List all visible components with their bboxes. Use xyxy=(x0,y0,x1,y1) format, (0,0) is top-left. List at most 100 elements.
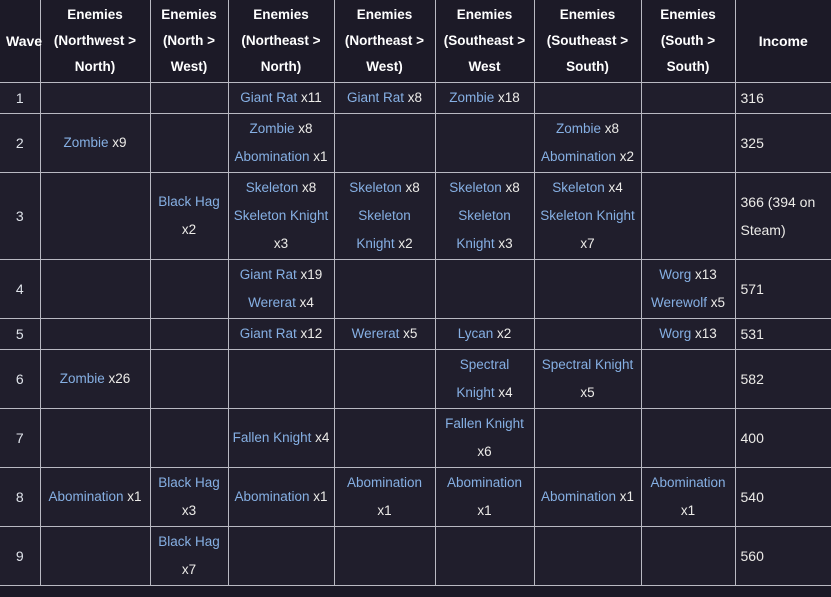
enemy-cell-n-w: Black Hag x7 xyxy=(149,526,229,586)
enemy-name-link[interactable]: Wererat xyxy=(248,295,296,310)
enemy-cell-ne-w: Abomination x1 xyxy=(333,467,436,527)
enemy-name-link[interactable]: Spectral Knight xyxy=(542,357,634,372)
enemy-cell-ne-w xyxy=(333,113,436,173)
enemy-count: x4 xyxy=(608,180,623,195)
enemy-name-link[interactable]: Black Hag xyxy=(158,194,220,209)
enemy-name-link[interactable]: Worg xyxy=(659,267,691,282)
enemy-name-link[interactable]: Black Hag xyxy=(158,475,220,490)
table-row: 5 Giant Rat x12 Wererat x5 Lycan x2 Worg x13… xyxy=(0,318,831,350)
enemy-name-link[interactable]: Giant Rat xyxy=(240,267,297,282)
enemy-cell-se-s xyxy=(533,408,642,468)
enemy-name-link[interactable]: Werewolf xyxy=(651,295,707,310)
enemy-cell-se-w xyxy=(434,259,535,319)
enemy-name-link[interactable]: Lycan xyxy=(458,326,494,341)
enemy-name-link[interactable]: Wererat xyxy=(352,326,400,341)
enemy-cell-ne-w xyxy=(333,526,436,586)
enemy-name-link[interactable]: Abomination xyxy=(234,149,309,164)
enemy-cell-n-w xyxy=(149,82,229,114)
enemy-entry: Skeleton Knight x2 xyxy=(339,202,431,258)
enemy-count: x18 xyxy=(498,90,520,105)
enemy-count: x8 xyxy=(604,121,620,136)
enemy-cell-se-s: Zombie x8 Abomination x2 xyxy=(533,113,642,173)
enemy-name-link[interactable]: Skeleton Knight xyxy=(540,208,635,223)
enemy-name-link[interactable]: Abomination xyxy=(541,149,616,164)
enemy-count: x5 xyxy=(710,295,726,310)
enemy-cell-se-s xyxy=(533,318,642,350)
enemy-name-link[interactable]: Skeleton xyxy=(449,180,502,195)
enemy-entry: Zombie x26 xyxy=(45,365,146,393)
enemy-name-link[interactable]: Zombie xyxy=(449,90,494,105)
table-row: 2 Zombie x9 Zombie x8 Abomination x1 Zombie … xyxy=(0,113,831,173)
enemy-name-link[interactable]: Skeleton xyxy=(246,180,299,195)
enemy-cell-ne-w: Wererat x5 xyxy=(333,318,436,350)
enemy-count: x6 xyxy=(477,444,492,459)
enemy-entry: Spectral Knight x5 xyxy=(539,351,637,407)
enemy-entry: Skeleton x8 xyxy=(233,174,330,202)
enemy-entry: Worg x13 xyxy=(646,320,731,348)
enemy-cell-se-w: Fallen Knight x6 xyxy=(434,408,535,468)
enemy-cell-se-w xyxy=(434,526,535,586)
enemy-name-link[interactable]: Zombie xyxy=(556,121,601,136)
enemy-count: x7 xyxy=(580,236,595,251)
income-cell: 571 xyxy=(734,259,831,319)
enemy-cell-se-s xyxy=(533,526,642,586)
enemy-entry: Skeleton x8 xyxy=(440,174,530,202)
enemy-cell-nw-n xyxy=(39,172,151,260)
enemy-count: x1 xyxy=(313,149,328,164)
enemy-name-link[interactable]: Fallen Knight xyxy=(445,416,524,431)
enemy-entry: Abomination x2 xyxy=(539,143,637,171)
enemy-name-link[interactable]: Abomination xyxy=(234,489,309,504)
enemy-entry: Abomination x1 xyxy=(233,483,330,511)
enemy-name-link[interactable]: Giant Rat xyxy=(240,326,297,341)
enemy-entry: Zombie x18 xyxy=(440,84,530,112)
enemy-name-link[interactable]: Giant Rat xyxy=(347,90,404,105)
income-cell: 531 xyxy=(734,318,831,350)
enemy-name-link[interactable]: Giant Rat xyxy=(240,90,297,105)
enemy-cell-ne-w: Skeleton x8 Skeleton Knight x2 xyxy=(333,172,436,260)
enemy-cell-nw-n: Zombie x9 xyxy=(39,113,151,173)
table-row: 6 Zombie x26 Spectral Knight x4 Spectral Kn… xyxy=(0,349,831,409)
enemy-cell-ne-n xyxy=(227,526,335,586)
enemy-cell-nw-n xyxy=(39,526,151,586)
enemy-cell-se-w: Skeleton x8 Skeleton Knight x3 xyxy=(434,172,535,260)
enemy-name-link[interactable]: Zombie xyxy=(60,371,105,386)
enemy-cell-nw-n xyxy=(39,318,151,350)
wave-number-cell: 7 xyxy=(0,408,41,468)
table-row: 4 Giant Rat x19 Wererat x4 Worg x13 Werewolf… xyxy=(0,259,831,319)
enemy-entry: Black Hag x2 xyxy=(155,188,224,244)
enemy-entry: Zombie x9 xyxy=(45,129,146,157)
enemy-count: x3 xyxy=(181,503,197,518)
enemy-cell-s-s: Worg x13 xyxy=(640,318,736,350)
enemy-name-link[interactable]: Zombie xyxy=(249,121,294,136)
enemy-name-link[interactable]: Abomination xyxy=(650,475,725,490)
enemy-entry: Worg x13 xyxy=(646,261,731,289)
enemy-name-link[interactable]: Worg xyxy=(659,326,691,341)
enemy-name-link[interactable]: Skeleton Knight xyxy=(234,208,329,223)
enemy-count: x7 xyxy=(181,562,197,577)
enemy-entry: Fallen Knight x4 xyxy=(233,424,330,452)
enemy-name-link[interactable]: Skeleton xyxy=(349,180,402,195)
enemy-count: x26 xyxy=(108,371,131,386)
enemy-count: x1 xyxy=(313,489,328,504)
enemy-count: x8 xyxy=(302,180,317,195)
enemy-cell-s-s xyxy=(640,349,736,409)
enemy-cell-ne-w xyxy=(333,259,436,319)
enemy-name-link[interactable]: Black Hag xyxy=(158,534,220,549)
enemy-name-link[interactable]: Abomination xyxy=(347,475,422,490)
enemy-cell-ne-n: Skeleton x8 Skeleton Knight x3 xyxy=(227,172,335,260)
enemy-entry: Fallen Knight x6 xyxy=(440,410,530,466)
enemy-name-link[interactable]: Fallen Knight xyxy=(233,430,312,445)
table-row: 3 Black Hag x2 Skeleton x8 Skeleton Knight … xyxy=(0,172,831,260)
enemy-cell-nw-n: Zombie x26 xyxy=(39,349,151,409)
enemy-name-link[interactable]: Skeleton xyxy=(552,180,605,195)
enemy-count: x1 xyxy=(477,503,492,518)
enemy-entry: Abomination x1 xyxy=(646,469,731,525)
enemy-name-link[interactable]: Abomination xyxy=(447,475,522,490)
enemy-name-link[interactable]: Abomination xyxy=(48,489,123,504)
enemy-name-link[interactable]: Abomination xyxy=(541,489,616,504)
enemy-name-link[interactable]: Zombie xyxy=(63,135,108,150)
column-header-wave: Wave xyxy=(0,0,42,83)
enemy-count: x8 xyxy=(407,90,423,105)
wave-number-cell: 6 xyxy=(0,349,41,409)
enemy-cell-n-w xyxy=(149,349,229,409)
